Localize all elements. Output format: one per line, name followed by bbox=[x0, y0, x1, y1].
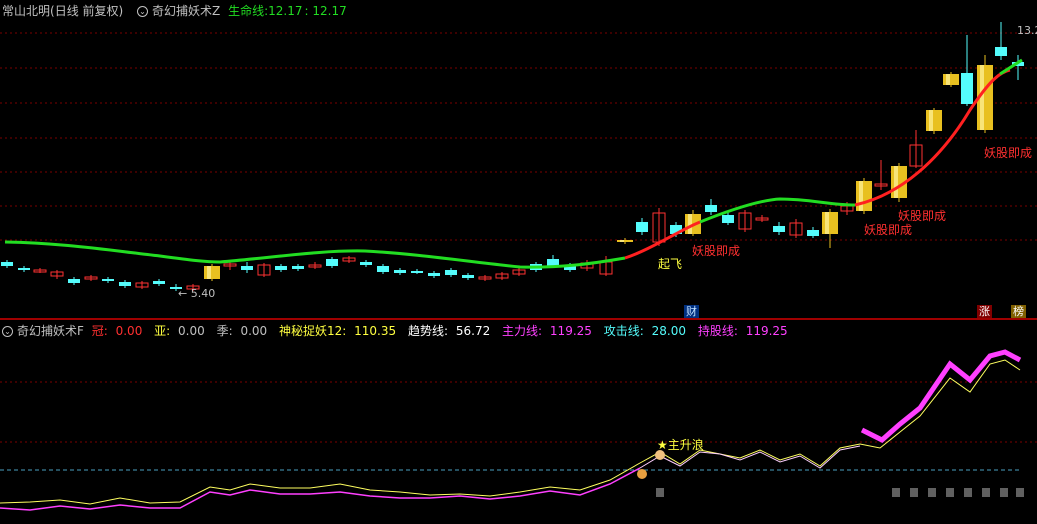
volume-marker bbox=[892, 488, 900, 497]
field-attack: 攻击线: 28.00 bbox=[603, 324, 686, 338]
high-price-label: 13.2 bbox=[1017, 24, 1037, 37]
field-guan: 冠: 0.00 bbox=[91, 324, 143, 338]
candle-highlight bbox=[946, 74, 950, 85]
price-indicator-name[interactable]: 奇幻捕妖术Z bbox=[152, 4, 220, 18]
candle-highlight bbox=[620, 240, 624, 242]
candle-body bbox=[705, 205, 717, 212]
candle-highlight bbox=[688, 214, 692, 234]
volume-marker bbox=[1000, 488, 1008, 497]
life-line-green bbox=[999, 58, 1023, 76]
volume-marker bbox=[1016, 488, 1024, 497]
candle-highlight bbox=[980, 65, 984, 130]
candle-highlight bbox=[929, 110, 933, 131]
signal-tag-demon-3: 妖股即成 bbox=[898, 209, 947, 223]
indicator-settings-icon[interactable]: ⌄ bbox=[137, 6, 149, 17]
candle-body bbox=[926, 110, 942, 131]
volume-marker bbox=[656, 488, 664, 497]
candle-body bbox=[961, 73, 973, 104]
candle-highlight bbox=[894, 166, 898, 198]
candle-highlight bbox=[859, 181, 863, 211]
volume-marker bbox=[928, 488, 936, 497]
chart-period: (日线 前复权) bbox=[50, 4, 124, 18]
hold-line-bold bbox=[860, 349, 1022, 443]
candle-body bbox=[636, 222, 648, 232]
life-line-label: 生命线: bbox=[228, 4, 269, 18]
candle-highlight bbox=[825, 212, 829, 234]
candle-body bbox=[275, 266, 287, 270]
candle-body bbox=[377, 266, 389, 272]
candle-body bbox=[394, 270, 406, 273]
indicator-header: ⌄ 奇幻捕妖术F 冠: 0.00 亚: 0.00 季: 0.00 神秘捉妖12: … bbox=[2, 323, 796, 339]
candle-body bbox=[722, 215, 734, 223]
volume-marker bbox=[946, 488, 954, 497]
candle-body bbox=[326, 259, 338, 266]
field-mystery: 神秘捉妖12: 110.35 bbox=[279, 324, 397, 338]
indicator-name[interactable]: 奇幻捕妖术F bbox=[17, 324, 84, 338]
finance-badge[interactable]: 财 bbox=[684, 305, 699, 319]
low-price-label: ← 5.40 bbox=[178, 287, 216, 300]
candle-body bbox=[943, 74, 959, 85]
indicator-chart[interactable] bbox=[0, 320, 1037, 524]
candle-body bbox=[241, 266, 253, 270]
volume-marker bbox=[910, 488, 918, 497]
field-ya: 亚: 0.00 bbox=[154, 324, 205, 338]
stock-name: 常山北明 bbox=[2, 4, 51, 18]
indicator-panel[interactable]: ⌄ 奇幻捕妖术F 冠: 0.00 亚: 0.00 季: 0.00 神秘捉妖12: … bbox=[0, 320, 1037, 524]
signal-tag-takeoff: 起飞 bbox=[658, 257, 683, 271]
main-force-line bbox=[0, 467, 641, 511]
candle-body bbox=[856, 181, 872, 211]
price-chart-panel[interactable]: 常山北明(日线 前复权) ⌄ 奇幻捕妖术Z 生命线:12.17: 12.17 13… bbox=[0, 0, 1037, 319]
candle-body bbox=[153, 281, 165, 284]
candle-body bbox=[428, 273, 440, 276]
candle-body bbox=[462, 275, 474, 278]
volume-marker bbox=[964, 488, 972, 497]
main-wave-signal: ★主升浪 bbox=[657, 438, 704, 452]
candle-body bbox=[292, 266, 304, 269]
limit-up-badge[interactable]: 涨 bbox=[977, 305, 992, 319]
candle-body bbox=[102, 279, 114, 281]
field-ji: 季: 0.00 bbox=[216, 324, 268, 338]
candle-body bbox=[119, 282, 131, 286]
candle-body bbox=[445, 270, 457, 275]
money-bag-icon bbox=[637, 469, 647, 479]
field-trend: 趋势线: 56.72 bbox=[407, 324, 491, 338]
candlestick-chart[interactable] bbox=[0, 0, 1037, 318]
signal-tag-demon-1: 妖股即成 bbox=[692, 244, 741, 258]
candle-body bbox=[18, 268, 30, 270]
star-icon: ★ bbox=[657, 438, 668, 452]
field-hold: 持股线: 119.25 bbox=[697, 324, 788, 338]
candle-body bbox=[617, 240, 633, 242]
indicator-settings-icon-2[interactable]: ⌄ bbox=[2, 326, 13, 337]
candle-body bbox=[807, 230, 819, 236]
candle-body bbox=[68, 279, 80, 283]
life-line-value: 12.17 bbox=[268, 4, 303, 18]
life-line-value-2: : 12.17 bbox=[304, 4, 347, 18]
candle-body bbox=[360, 262, 372, 265]
field-main: 主力线: 119.25 bbox=[502, 324, 592, 338]
candle-highlight bbox=[207, 266, 211, 279]
signal-tag-demon-4: 妖股即成 bbox=[984, 146, 1033, 160]
candle-body bbox=[1, 262, 13, 266]
candle-body bbox=[995, 47, 1007, 56]
price-chart-header: 常山北明(日线 前复权) ⌄ 奇幻捕妖术Z 生命线:12.17: 12.17 bbox=[2, 3, 351, 19]
rank-badge[interactable]: 榜 bbox=[1011, 305, 1026, 319]
candle-body bbox=[773, 226, 785, 232]
candle-body bbox=[411, 271, 423, 273]
volume-marker bbox=[982, 488, 990, 497]
candle-body bbox=[204, 266, 220, 279]
candle-body bbox=[822, 212, 838, 234]
